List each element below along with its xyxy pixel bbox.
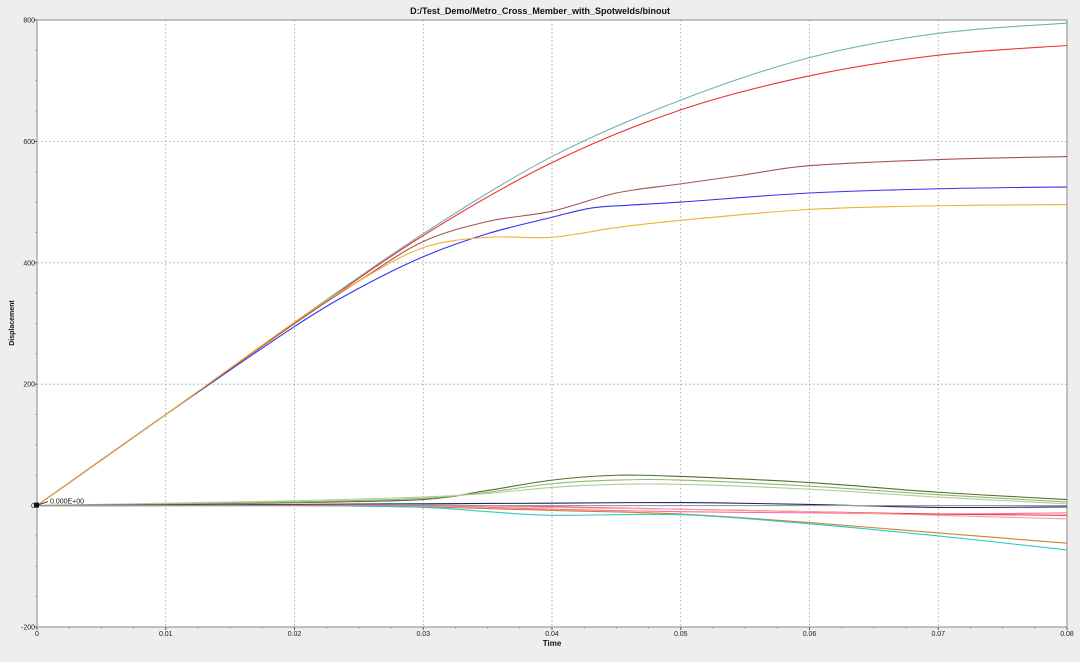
origin-marker <box>34 502 39 508</box>
x-tick-label: 0.01 <box>159 631 173 638</box>
plot-area[interactable] <box>36 19 1068 628</box>
y-tick-label: 200 <box>23 382 35 389</box>
x-tick-label: 0 <box>35 631 39 638</box>
line-chart: 0 0.01 0.02 0.03 0.04 0.05 0.06 0.07 0.08-200020… <box>0 0 1080 657</box>
y-tick-label: 800 <box>23 18 35 25</box>
x-tick-label: 0.05 <box>674 631 688 638</box>
x-tick-label: 0.03 <box>416 631 430 638</box>
y-axis-label: Displacement <box>9 300 16 346</box>
x-tick-label: 0.08 <box>1060 631 1074 638</box>
y-tick-label: 400 <box>23 260 35 267</box>
x-tick-label: 0.02 <box>288 631 302 638</box>
x-tick-label: 0.04 <box>545 631 559 638</box>
chart-title: D:/Test_Demo/Metro_Cross_Member_with_Spo… <box>410 6 670 16</box>
x-tick-label: 0.07 <box>931 631 945 638</box>
x-axis-label: Time <box>543 639 562 648</box>
chart-window: 0 0.01 0.02 0.03 0.04 0.05 0.06 0.07 0.08 -200 0 20… <box>0 0 1080 657</box>
x-tick-label: 0.06 <box>803 631 817 638</box>
y-tick-label: 600 <box>23 139 35 146</box>
origin-annotation: 0.000E+00 <box>50 499 84 506</box>
y-tick-label: -200 <box>21 625 35 632</box>
